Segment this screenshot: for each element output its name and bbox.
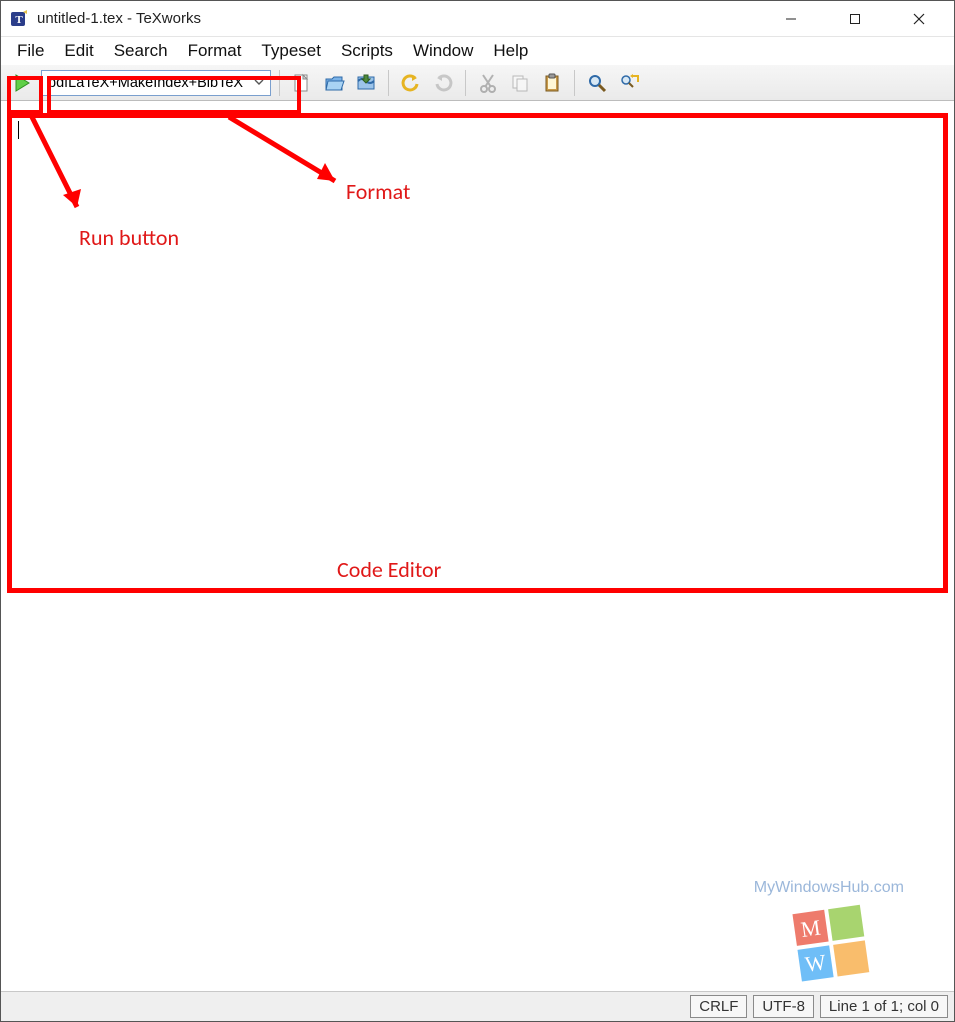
status-encoding[interactable]: UTF-8 [753, 995, 814, 1018]
window-title: untitled-1.tex - TeXworks [37, 10, 768, 27]
format-combobox[interactable]: pdfLaTeX+MakeIndex+BibTeX [41, 70, 271, 96]
undo-button[interactable] [397, 69, 425, 97]
copy-button[interactable] [506, 69, 534, 97]
status-position: Line 1 of 1; col 0 [820, 995, 948, 1018]
new-file-button[interactable] [288, 69, 316, 97]
close-button[interactable] [896, 3, 942, 35]
run-button[interactable] [7, 69, 37, 97]
replace-button[interactable] [615, 69, 643, 97]
svg-text:W: W [803, 949, 827, 977]
separator [279, 70, 280, 96]
chevron-down-icon [254, 75, 264, 91]
watermark: MyWindowsHub.com M W [754, 879, 904, 981]
paste-button[interactable] [538, 69, 566, 97]
annotation-label-format: Format [346, 178, 410, 205]
separator [465, 70, 466, 96]
status-line-ending[interactable]: CRLF [690, 995, 747, 1018]
menu-scripts[interactable]: Scripts [331, 39, 403, 63]
open-file-button[interactable] [320, 69, 348, 97]
watermark-text: MyWindowsHub.com [754, 879, 904, 897]
watermark-logo: M W [789, 901, 869, 981]
menu-bar: File Edit Search Format Typeset Scripts … [1, 37, 954, 65]
svg-text:T: T [15, 14, 23, 26]
annotation-label-editor: Code Editor [337, 556, 441, 583]
code-editor[interactable] [7, 113, 948, 593]
maximize-button[interactable] [832, 3, 878, 35]
find-button[interactable] [583, 69, 611, 97]
app-icon: T [9, 9, 29, 29]
menu-format[interactable]: Format [178, 39, 252, 63]
menu-typeset[interactable]: Typeset [251, 39, 331, 63]
menu-search[interactable]: Search [104, 39, 178, 63]
redo-button[interactable] [429, 69, 457, 97]
format-selected-value: pdfLaTeX+MakeIndex+BibTeX [48, 75, 243, 91]
cut-button[interactable] [474, 69, 502, 97]
text-cursor [18, 121, 19, 139]
minimize-button[interactable] [768, 3, 814, 35]
save-button[interactable] [352, 69, 380, 97]
tool-bar: pdfLaTeX+MakeIndex+BibTeX [1, 65, 954, 101]
status-bar: CRLF UTF-8 Line 1 of 1; col 0 [1, 991, 954, 1021]
window-controls [768, 3, 942, 35]
menu-edit[interactable]: Edit [54, 39, 103, 63]
svg-text:M: M [799, 915, 822, 942]
menu-window[interactable]: Window [403, 39, 483, 63]
menu-file[interactable]: File [7, 39, 54, 63]
separator [388, 70, 389, 96]
menu-help[interactable]: Help [483, 39, 538, 63]
title-bar: T untitled-1.tex - TeXworks [1, 1, 954, 37]
annotation-label-run: Run button [79, 224, 179, 251]
separator [574, 70, 575, 96]
